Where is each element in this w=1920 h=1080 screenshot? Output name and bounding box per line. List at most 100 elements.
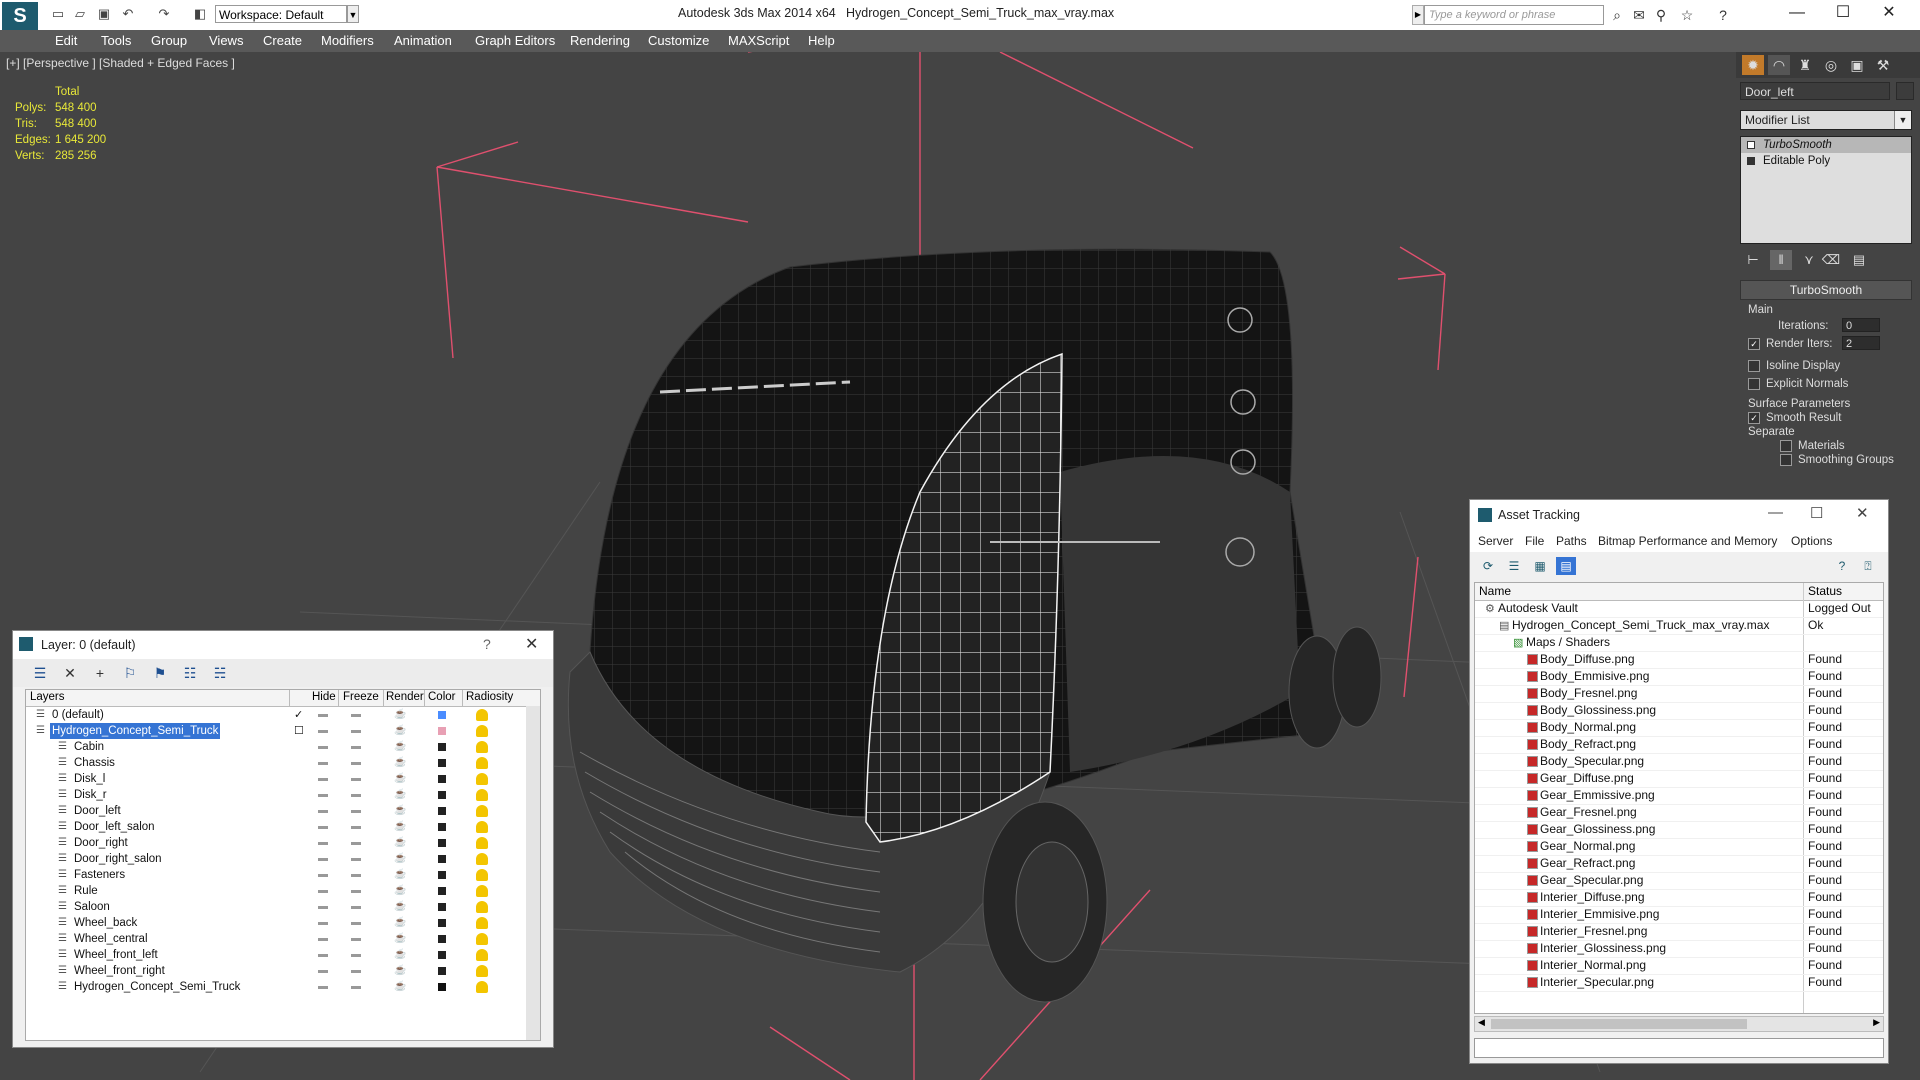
menu-edit[interactable]: Edit [55, 33, 77, 48]
asset-row[interactable]: Gear_Glossiness.png Found [1475, 821, 1883, 839]
asset-row[interactable]: ▧ Maps / Shaders [1475, 634, 1883, 652]
asset-row[interactable]: Gear_Normal.png Found [1475, 838, 1883, 856]
checkbox-checked-icon[interactable]: ✓ [1748, 412, 1760, 424]
render-toggle-icon[interactable]: ☕ [394, 803, 406, 819]
maximize-button[interactable]: ☐ [1820, 0, 1866, 26]
scroll-thumb[interactable] [1491, 1019, 1747, 1029]
layer-row[interactable]: ☰ Wheel_front_right ▬ ▬ ☕ [26, 963, 526, 979]
asset-row[interactable]: Body_Glossiness.png Found [1475, 702, 1883, 720]
asset-row[interactable]: Body_Diffuse.png Found [1475, 651, 1883, 669]
motion-tab-icon[interactable]: ◎ [1820, 55, 1842, 75]
create-tab-icon[interactable]: ✹ [1742, 55, 1764, 75]
radiosity-lightbulb-icon[interactable] [476, 853, 488, 865]
layer-row[interactable]: ☰ Cabin ▬ ▬ ☕ [26, 739, 526, 755]
menu-views[interactable]: Views [209, 33, 243, 48]
layer-row[interactable]: ☰ Disk_r ▬ ▬ ☕ [26, 787, 526, 803]
freeze-toggle[interactable]: ▬ [351, 739, 361, 755]
checkbox-checked-icon[interactable]: ✓ [1748, 338, 1760, 350]
asset-row[interactable]: Interier_Emmisive.png Found [1475, 906, 1883, 924]
scroll-left-icon[interactable]: ◀ [1478, 1017, 1485, 1028]
asset-menu-bitmap-performance[interactable]: Bitmap Performance and Memory [1598, 534, 1777, 548]
minimize-button[interactable]: — [1774, 0, 1820, 26]
app-logo-icon[interactable]: S [2, 2, 38, 30]
asset-row[interactable]: Interier_Specular.png Found [1475, 974, 1883, 992]
layer-name[interactable]: Disk_r [72, 787, 109, 803]
layer-row[interactable]: ☰ Wheel_central ▬ ▬ ☕ [26, 931, 526, 947]
render-toggle-icon[interactable]: ☕ [394, 931, 406, 947]
layer-color-swatch[interactable] [438, 983, 446, 991]
layer-name[interactable]: Disk_l [72, 771, 107, 787]
layer-color-swatch[interactable] [438, 919, 446, 927]
render-toggle-icon[interactable]: ☕ [394, 723, 406, 739]
hide-toggle[interactable]: ▬ [318, 755, 328, 771]
render-toggle-icon[interactable]: ☕ [394, 899, 406, 915]
layer-name[interactable]: Wheel_central [72, 931, 150, 947]
radiosity-lightbulb-icon[interactable] [476, 869, 488, 881]
layer-color-swatch[interactable] [438, 855, 446, 863]
layer-color-swatch[interactable] [438, 759, 446, 767]
render-iters-checkbox[interactable]: ✓ Render Iters: [1748, 338, 1832, 350]
asset-row[interactable]: Gear_Emmissive.png Found [1475, 787, 1883, 805]
asset-row[interactable]: Body_Fresnel.png Found [1475, 685, 1883, 703]
iterations-spinner[interactable]: 0 [1842, 318, 1880, 332]
asset-row[interactable]: Interier_Diffuse.png Found [1475, 889, 1883, 907]
menu-graph-editors[interactable]: Graph Editors [475, 33, 555, 48]
pin-stack-icon[interactable]: ⊢ [1742, 250, 1764, 270]
radiosity-lightbulb-icon[interactable] [476, 901, 488, 913]
freeze-toggle[interactable]: ▬ [351, 947, 361, 963]
asset-row[interactable]: Interier_Normal.png Found [1475, 957, 1883, 975]
layer-name[interactable]: 0 (default) [50, 707, 106, 723]
layer-row[interactable]: ☰ Hydrogen_Concept_Semi_Truck ▬ ▬ ☕ [26, 979, 526, 995]
column-hide[interactable]: Hide [312, 691, 336, 703]
asset-horizontal-scrollbar[interactable]: ◀ ▶ [1474, 1016, 1884, 1032]
column-radiosity[interactable]: Radiosity [466, 691, 513, 703]
layer-row[interactable]: ☰ Chassis ▬ ▬ ☕ [26, 755, 526, 771]
layer-color-swatch[interactable] [438, 887, 446, 895]
render-toggle-icon[interactable]: ☕ [394, 739, 406, 755]
new-file-icon[interactable]: ▭ [50, 6, 66, 22]
freeze-toggle[interactable]: ▬ [351, 835, 361, 851]
make-unique-icon[interactable]: ⋎ [1798, 250, 1820, 270]
asset-row[interactable]: Gear_Refract.png Found [1475, 855, 1883, 873]
layer-name[interactable]: Hydrogen_Concept_Semi_Truck [50, 723, 221, 739]
layer-row[interactable]: ☰ Door_right_salon ▬ ▬ ☕ [26, 851, 526, 867]
asset-window-titlebar[interactable]: Asset Tracking — ☐ ✕ [1470, 500, 1888, 530]
layer-color-swatch[interactable] [438, 903, 446, 911]
current-layer-check-icon[interactable]: ✓ [294, 707, 303, 723]
utilities-tab-icon[interactable]: ⚒ [1872, 55, 1894, 75]
freeze-toggle[interactable]: ▬ [351, 723, 361, 739]
explicit-normals-checkbox[interactable]: Explicit Normals [1748, 378, 1848, 390]
freeze-toggle[interactable]: ▬ [351, 915, 361, 931]
layer-row[interactable]: ☰ Fasteners ▬ ▬ ☕ [26, 867, 526, 883]
layer-name[interactable]: Door_left_salon [72, 819, 157, 835]
column-render[interactable]: Render [386, 691, 424, 703]
asset-row[interactable]: Body_Emmisive.png Found [1475, 668, 1883, 686]
layer-color-swatch[interactable] [438, 727, 446, 735]
refresh-icon[interactable]: ⟳ [1478, 557, 1498, 575]
layer-color-swatch[interactable] [438, 967, 446, 975]
redo-icon[interactable]: ↷ [156, 6, 172, 22]
render-toggle-icon[interactable]: ☕ [394, 787, 406, 803]
layer-row[interactable]: ☰ Rule ▬ ▬ ☕ [26, 883, 526, 899]
asset-row[interactable]: Body_Specular.png Found [1475, 753, 1883, 771]
asset-row[interactable]: Gear_Fresnel.png Found [1475, 804, 1883, 822]
smoothing-groups-checkbox[interactable]: Smoothing Groups [1780, 454, 1894, 466]
render-iters-spinner[interactable]: 2 [1842, 336, 1880, 350]
layer-color-swatch[interactable] [438, 951, 446, 959]
layer-name[interactable]: Chassis [72, 755, 117, 771]
layer-color-swatch[interactable] [438, 871, 446, 879]
layer-color-swatch[interactable] [438, 823, 446, 831]
freeze-toggle[interactable]: ▬ [351, 787, 361, 803]
hide-toggle[interactable]: ▬ [318, 915, 328, 931]
column-status[interactable]: Status [1808, 584, 1842, 598]
render-toggle-icon[interactable]: ☕ [394, 979, 406, 995]
radiosity-lightbulb-icon[interactable] [476, 933, 488, 945]
layer-row[interactable]: ☰ Door_left ▬ ▬ ☕ [26, 803, 526, 819]
layer-color-swatch[interactable] [438, 839, 446, 847]
close-icon[interactable]: ✕ [1856, 504, 1869, 522]
modify-tab-icon[interactable]: ◠ [1768, 55, 1790, 75]
radiosity-lightbulb-icon[interactable] [476, 773, 488, 785]
render-toggle-icon[interactable]: ☕ [394, 835, 406, 851]
workspace-dropdown[interactable]: Workspace: Default [215, 5, 347, 23]
freeze-toggle[interactable]: ▬ [351, 771, 361, 787]
